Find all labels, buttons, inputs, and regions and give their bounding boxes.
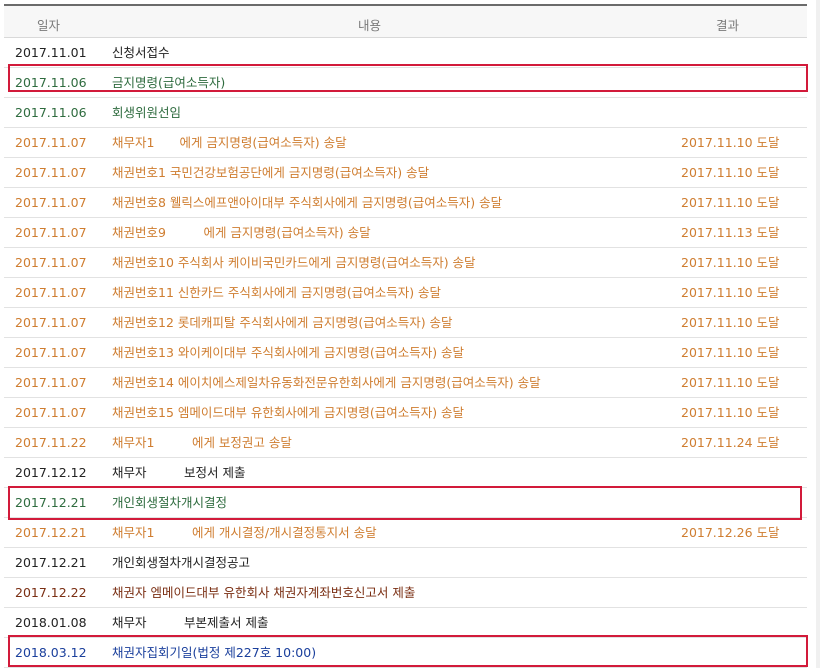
row-content: 채권번호13 와이케이대부 주식회사에게 금지명령(급여소득자) 송달 bbox=[112, 345, 465, 360]
table-row: 2017.11.07 채권번호1 국민건강보험공단에게 금지명령(급여소득자) 송… bbox=[4, 158, 807, 188]
row-result: 2017.11.10 도달 bbox=[681, 375, 780, 390]
row-date: 2017.12.12 bbox=[15, 465, 87, 480]
row-content: 채권번호11 신한카드 주식회사에게 금지명령(급여소득자) 송달 bbox=[112, 285, 442, 300]
row-result: 2017.11.10 도달 bbox=[681, 405, 780, 420]
row-date: 2017.11.07 bbox=[15, 225, 87, 240]
row-content: 채무자 보정서 제출 bbox=[112, 465, 246, 480]
row-date: 2017.11.07 bbox=[15, 405, 87, 420]
table-row: 2017.11.07 채권번호10 주식회사 케이비국민카드에게 금지명령(급여소… bbox=[4, 248, 807, 278]
table-row: 2017.12.21 개인회생절차개시결정 bbox=[4, 488, 807, 518]
header-date: 일자 bbox=[37, 18, 61, 33]
row-date: 2017.11.07 bbox=[15, 315, 87, 330]
table-row: 2017.11.07 채권번호11 신한카드 주식회사에게 금지명령(급여소득자)… bbox=[4, 278, 807, 308]
row-date: 2017.11.07 bbox=[15, 345, 87, 360]
row-content: 채무자1 에게 개시결정/개시결정통지서 송달 bbox=[112, 525, 377, 540]
table-row: 2018.03.12 채권자집회기일(법정 제227호 10:00) bbox=[4, 638, 807, 668]
row-result: 2017.11.10 도달 bbox=[681, 285, 780, 300]
row-date: 2018.01.08 bbox=[15, 615, 87, 630]
row-date: 2017.11.06 bbox=[15, 105, 87, 120]
table-row: 2017.11.01 신청서접수 bbox=[4, 38, 807, 68]
row-content: 회생위원선임 bbox=[112, 105, 182, 120]
table-row: 2017.12.22 채권자 엠메이드대부 유한회사 채권자계좌번호신고서 제출 bbox=[4, 578, 807, 608]
row-content: 금지명령(급여소득자) bbox=[112, 75, 226, 90]
row-result: 2017.11.10 도달 bbox=[681, 345, 780, 360]
row-date: 2017.11.07 bbox=[15, 255, 87, 270]
row-result: 2017.11.10 도달 bbox=[681, 165, 780, 180]
table-row: 2017.12.21 개인회생절차개시결정공고 bbox=[4, 548, 807, 578]
table-row: 2017.11.22 채무자1 에게 보정권고 송달 2017.11.24 도달 bbox=[4, 428, 807, 458]
row-date: 2017.12.21 bbox=[15, 555, 87, 570]
row-content: 채권번호1 국민건강보험공단에게 금지명령(급여소득자) 송달 bbox=[112, 165, 430, 180]
row-content: 채무자1 에게 금지명령(급여소득자) 송달 bbox=[112, 135, 347, 150]
header-result: 결과 bbox=[716, 18, 740, 33]
row-content: 채권번호8 웰릭스에프앤아이대부 주식회사에게 금지명령(급여소득자) 송달 bbox=[112, 195, 503, 210]
row-date: 2017.12.21 bbox=[15, 495, 87, 510]
row-content: 채권번호10 주식회사 케이비국민카드에게 금지명령(급여소득자) 송달 bbox=[112, 255, 476, 270]
row-result: 2017.12.26 도달 bbox=[681, 525, 780, 540]
case-progress-table: 일자 내용 결과 2017.11.01 신청서접수 2017.11.06 금지명령(급… bbox=[4, 4, 807, 668]
scrollbar[interactable] bbox=[816, 0, 820, 668]
row-result: 2017.11.13 도달 bbox=[681, 225, 780, 240]
table-row: 2017.11.07 채권번호9 에게 금지명령(급여소득자) 송달 2017.11… bbox=[4, 218, 807, 248]
table-row: 2017.11.07 채권번호8 웰릭스에프앤아이대부 주식회사에게 금지명령(급… bbox=[4, 188, 807, 218]
row-result: 2017.11.10 도달 bbox=[681, 195, 780, 210]
row-date: 2017.11.07 bbox=[15, 375, 87, 390]
row-content: 채권번호15 엠메이드대부 유한회사에게 금지명령(급여소득자) 송달 bbox=[112, 405, 465, 420]
table-row: 2017.11.06 금지명령(급여소득자) bbox=[4, 68, 807, 98]
table-body: 2017.11.01 신청서접수 2017.11.06 금지명령(급여소득자) 2017… bbox=[4, 38, 807, 668]
table-row: 2018.01.08 채무자 부본제출서 제출 bbox=[4, 608, 807, 638]
row-result: 2017.11.10 도달 bbox=[681, 315, 780, 330]
table-row: 2017.11.07 채무자1 에게 금지명령(급여소득자) 송달 2017.11.… bbox=[4, 128, 807, 158]
row-content: 채권자집회기일(법정 제227호 10:00) bbox=[112, 645, 317, 660]
row-content: 개인회생절차개시결정 bbox=[112, 495, 228, 510]
row-result: 2017.11.10 도달 bbox=[681, 255, 780, 270]
table-row: 2017.11.07 채권번호12 롯데캐피탈 주식회사에게 금지명령(급여소득자… bbox=[4, 308, 807, 338]
row-date: 2017.11.07 bbox=[15, 165, 87, 180]
table-row: 2017.12.21 채무자1 에게 개시결정/개시결정통지서 송달 2017.12… bbox=[4, 518, 807, 548]
row-content: 신청서접수 bbox=[112, 45, 170, 60]
header-content: 내용 bbox=[358, 18, 382, 33]
row-content: 채권번호9 에게 금지명령(급여소득자) 송달 bbox=[112, 225, 371, 240]
row-date: 2017.11.07 bbox=[15, 135, 87, 150]
row-content: 채권번호14 에이치에스제일차유동화전문유한회사에게 금지명령(급여소득자) 송… bbox=[112, 375, 541, 390]
row-content: 개인회생절차개시결정공고 bbox=[112, 555, 251, 570]
table-row: 2017.11.07 채권번호13 와이케이대부 주식회사에게 금지명령(급여소득… bbox=[4, 338, 807, 368]
row-date: 2017.11.01 bbox=[15, 45, 87, 60]
table-header: 일자 내용 결과 bbox=[4, 4, 807, 38]
table-row: 2017.12.12 채무자 보정서 제출 bbox=[4, 458, 807, 488]
row-date: 2017.12.22 bbox=[15, 585, 87, 600]
row-date: 2017.11.07 bbox=[15, 195, 87, 210]
row-content: 채권자 엠메이드대부 유한회사 채권자계좌번호신고서 제출 bbox=[112, 585, 416, 600]
row-content: 채무자 부본제출서 제출 bbox=[112, 615, 269, 630]
row-date: 2017.11.22 bbox=[15, 435, 87, 450]
row-date: 2017.11.07 bbox=[15, 285, 87, 300]
row-content: 채권번호12 롯데캐피탈 주식회사에게 금지명령(급여소득자) 송달 bbox=[112, 315, 453, 330]
row-date: 2017.12.21 bbox=[15, 525, 87, 540]
table-row: 2017.11.06 회생위원선임 bbox=[4, 98, 807, 128]
row-result: 2017.11.24 도달 bbox=[681, 435, 780, 450]
row-result: 2017.11.10 도달 bbox=[681, 135, 780, 150]
row-date: 2017.11.06 bbox=[15, 75, 87, 90]
row-content: 채무자1 에게 보정권고 송달 bbox=[112, 435, 292, 450]
table-row: 2017.11.07 채권번호15 엠메이드대부 유한회사에게 금지명령(급여소득… bbox=[4, 398, 807, 428]
row-date: 2018.03.12 bbox=[15, 645, 87, 660]
table-row: 2017.11.07 채권번호14 에이치에스제일차유동화전문유한회사에게 금지명… bbox=[4, 368, 807, 398]
